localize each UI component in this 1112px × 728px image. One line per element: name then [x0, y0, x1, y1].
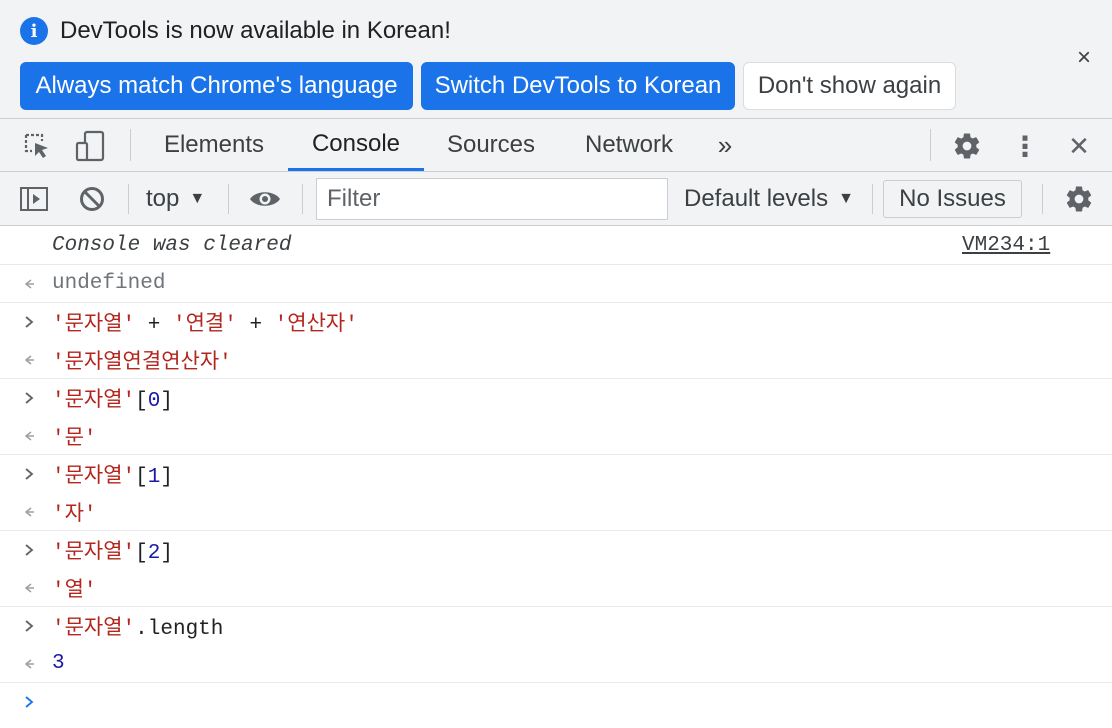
console-result: '문자열연결연산자' — [0, 341, 1112, 379]
source-link[interactable]: VM234:1 — [962, 234, 1050, 257]
toolbar-divider — [930, 129, 931, 161]
close-devtools-icon[interactable]: ✕ — [1062, 129, 1096, 163]
tab-elements[interactable]: Elements — [146, 119, 282, 171]
tab-sources[interactable]: Sources — [430, 119, 552, 171]
prompt-chevron-icon — [18, 683, 40, 721]
tab-network[interactable]: Network — [570, 119, 688, 171]
tab-console[interactable]: Console — [288, 119, 424, 171]
more-options-icon[interactable]: ⋮ — [1008, 129, 1042, 163]
input-code: '문자열'[0] — [52, 390, 173, 413]
console-result: '문' — [0, 417, 1112, 455]
more-tabs-icon[interactable]: » — [706, 119, 744, 171]
console-input: '문자열' + '연결' + '연산자' — [0, 303, 1112, 341]
result-arrow-icon — [18, 493, 40, 531]
toolbar-divider — [1042, 184, 1043, 214]
console-result: undefined — [0, 265, 1112, 303]
switch-to-korean-button[interactable]: Switch DevTools to Korean — [421, 62, 735, 110]
input-chevron-icon — [18, 379, 40, 417]
toolbar-divider — [128, 184, 129, 214]
result-arrow-icon — [18, 417, 40, 455]
input-chevron-icon — [18, 607, 40, 645]
input-chevron-icon — [18, 531, 40, 569]
caret-down-icon: ▼ — [838, 190, 854, 207]
filter-input[interactable] — [316, 178, 668, 220]
settings-gear-icon[interactable] — [950, 129, 984, 163]
console-output[interactable]: Console was cleared VM234:1 undefined '문… — [0, 227, 1112, 728]
console-input: '문자열'[2] — [0, 531, 1112, 569]
cleared-text: Console was cleared — [52, 234, 292, 257]
main-toolbar: Elements Console Sources Network » ⋮ ✕ — [0, 118, 1112, 172]
log-levels-dropdown[interactable]: Default levels ▼ — [684, 182, 854, 216]
banner-message: i DevTools is now available in Korean! — [20, 16, 451, 46]
toolbar-divider — [872, 184, 873, 214]
console-result: '자' — [0, 493, 1112, 531]
result-arrow-icon — [18, 645, 40, 683]
result-value: '문' — [52, 427, 97, 451]
console-prompt[interactable] — [0, 683, 1112, 721]
clear-console-icon[interactable] — [76, 184, 108, 214]
input-code: '문자열'[2] — [52, 542, 173, 565]
console-input: '문자열'[1] — [0, 455, 1112, 493]
banner-close-icon[interactable]: × — [1070, 44, 1098, 72]
always-match-language-button[interactable]: Always match Chrome's language — [20, 62, 413, 110]
inspect-element-icon[interactable] — [20, 129, 54, 163]
banner-text: DevTools is now available in Korean! — [60, 17, 451, 44]
context-selector[interactable]: top ▼ — [146, 182, 205, 216]
input-chevron-icon — [18, 455, 40, 493]
console-input: '문자열'[0] — [0, 379, 1112, 417]
show-sidebar-icon[interactable] — [18, 184, 50, 214]
input-code: '문자열'.length — [52, 618, 224, 641]
log-levels-label: Default levels — [684, 185, 829, 212]
console-toolbar: top ▼ Default levels ▼ No Issues — [0, 172, 1112, 226]
dont-show-again-button[interactable]: Don't show again — [743, 62, 956, 110]
result-value: '문자열연결연산자' — [52, 351, 232, 375]
console-result: '열' — [0, 569, 1112, 607]
result-value: undefined — [52, 272, 166, 295]
context-label: top — [146, 185, 180, 212]
result-value: '열' — [52, 579, 97, 603]
console-message-cleared: Console was cleared VM234:1 — [0, 227, 1112, 265]
console-result: 3 — [0, 645, 1112, 683]
language-banner: i DevTools is now available in Korean! ×… — [0, 0, 1112, 118]
result-arrow-icon — [18, 265, 40, 303]
toolbar-divider — [130, 129, 131, 161]
result-arrow-icon — [18, 341, 40, 379]
input-code: '문자열' + '연결' + '연산자' — [52, 314, 358, 337]
result-arrow-icon — [18, 569, 40, 607]
result-value: '자' — [52, 503, 97, 527]
input-chevron-icon — [18, 303, 40, 341]
console-input: '문자열'.length — [0, 607, 1112, 645]
issues-button[interactable]: No Issues — [883, 180, 1022, 218]
input-code: '문자열'[1] — [52, 466, 173, 489]
result-value: 3 — [52, 652, 65, 675]
toolbar-divider — [302, 184, 303, 214]
caret-down-icon: ▼ — [189, 190, 206, 207]
device-toolbar-icon[interactable] — [72, 127, 108, 165]
console-settings-gear-icon[interactable] — [1062, 182, 1096, 216]
info-icon: i — [20, 17, 48, 45]
toolbar-divider — [228, 184, 229, 214]
live-expression-eye-icon[interactable] — [246, 184, 284, 214]
